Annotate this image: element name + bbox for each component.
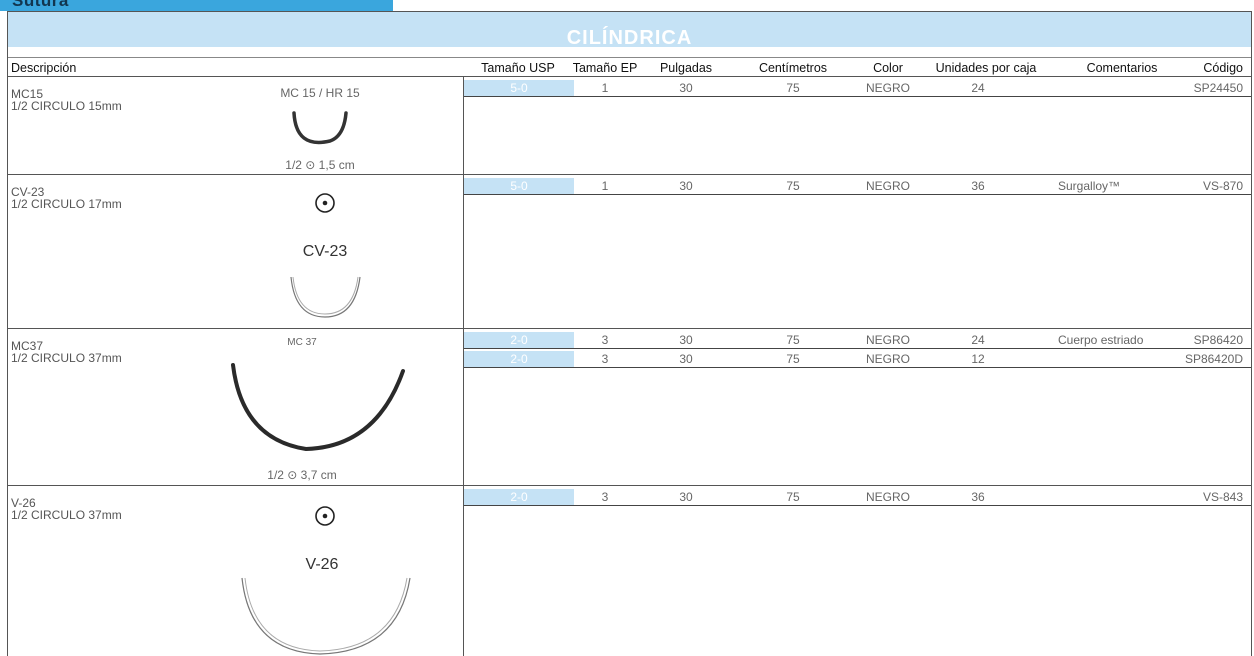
cell-ep: 1 <box>601 81 609 95</box>
needle-image-v26: V-26 <box>241 506 411 655</box>
cell-codigo: VS-843 <box>1202 490 1243 504</box>
product-v26: V-26 1/2 CIRCULO 37mm V-26 2-0 3 30 75 N… <box>8 486 1251 656</box>
needle-curve-inner-icon <box>244 577 408 652</box>
needle-curve-icon <box>292 111 348 145</box>
table-row: 5-0 1 30 75 NEGRO 24 SP24450 <box>464 80 1251 97</box>
cell-color: NEGRO <box>865 352 911 366</box>
cell-cm: 75 <box>786 179 800 193</box>
needle-curve-icon <box>290 276 361 318</box>
header-tamano-ep: Tamaño EP <box>572 61 638 75</box>
product-description: 1/2 CIRCULO 15mm <box>11 99 122 113</box>
product-description: 1/2 CIRCULO 37mm <box>11 351 122 365</box>
product-description: 1/2 CIRCULO 37mm <box>11 508 122 522</box>
needle-label-bottom: 1/2 ⊙ 1,5 cm <box>285 158 354 172</box>
needle-image-mc37: MC 37 1/2 ⊙ 3,7 cm <box>231 337 405 482</box>
cell-unidades: 24 <box>971 333 985 347</box>
cell-usp: 2-0 <box>464 489 574 505</box>
needle-curve-icon <box>231 363 405 452</box>
cell-usp: 2-0 <box>464 351 574 367</box>
cell-usp: 2-0 <box>464 332 574 348</box>
cell-unidades: 36 <box>971 179 985 193</box>
cell-cm: 75 <box>786 333 800 347</box>
needle-label-top: CV-23 <box>303 243 348 260</box>
needle-image-mc15: MC 15 / HR 15 1/2 ⊙ 1,5 cm <box>280 86 360 172</box>
cell-unidades: 24 <box>971 81 985 95</box>
cell-ep: 1 <box>601 179 609 193</box>
cell-unidades: 36 <box>971 490 985 504</box>
cell-comentarios: Surgalloy™ <box>1058 179 1121 193</box>
cell-comentarios: Cuerpo estriado <box>1058 333 1144 347</box>
cell-pulgadas: 30 <box>679 179 693 193</box>
header-codigo: Código <box>1203 61 1243 75</box>
header-pulgadas: Pulgadas <box>659 61 713 75</box>
cell-codigo: SP86420 <box>1193 333 1243 347</box>
needle-label-bottom: 1/2 ⊙ 3,7 cm <box>267 468 336 482</box>
table-row: 2-0 3 30 75 NEGRO 24 Cuerpo estriado SP8… <box>464 332 1251 349</box>
table-row: 2-0 3 30 75 NEGRO 12 SP86420D <box>464 351 1251 368</box>
needle-curve-icon <box>241 577 411 655</box>
cell-ep: 3 <box>601 352 609 366</box>
round-body-dot-icon <box>322 200 328 206</box>
cell-usp: 5-0 <box>464 80 574 96</box>
header-descripcion: Descripción <box>11 61 77 75</box>
table-row: 2-0 3 30 75 NEGRO 36 VS-843 <box>464 489 1251 506</box>
cell-color: NEGRO <box>865 179 911 193</box>
cell-ep: 3 <box>601 490 609 504</box>
cell-unidades: 12 <box>971 352 985 366</box>
header-comentarios: Comentarios <box>1086 61 1158 75</box>
cell-pulgadas: 30 <box>679 490 693 504</box>
table-title: CILÍNDRICA <box>566 27 693 49</box>
cell-pulgadas: 30 <box>679 352 693 366</box>
cell-pulgadas: 30 <box>679 81 693 95</box>
product-description: 1/2 CIRCULO 17mm <box>11 197 122 211</box>
section-tab: Sutura <box>0 0 393 11</box>
header-color: Color <box>873 61 903 75</box>
needle-label-top: MC 15 / HR 15 <box>280 86 360 100</box>
product-cv23: CV-23 1/2 CIRCULO 17mm CV-23 5-0 1 30 75… <box>8 175 1251 329</box>
product-mc15: MC15 1/2 CIRCULO 15mm MC 15 / HR 15 1/2 … <box>8 77 1251 175</box>
cell-pulgadas: 30 <box>679 333 693 347</box>
cell-cm: 75 <box>786 352 800 366</box>
round-body-dot-icon <box>322 513 328 519</box>
needle-image-cv23: CV-23 <box>290 193 361 318</box>
cell-usp: 5-0 <box>464 178 574 194</box>
cell-color: NEGRO <box>865 490 911 504</box>
table-title-bar: CILÍNDRICA <box>8 12 1251 49</box>
needle-label-top: MC 37 <box>287 337 317 348</box>
cell-color: NEGRO <box>865 333 911 347</box>
table-row: 5-0 1 30 75 NEGRO 36 Surgalloy™ VS-870 <box>464 178 1251 195</box>
section-tab-label: Sutura <box>12 0 69 10</box>
cell-codigo: VS-870 <box>1202 179 1243 193</box>
cell-cm: 75 <box>786 81 800 95</box>
header-unidades: Unidades por caja <box>935 61 1037 75</box>
cell-ep: 3 <box>601 333 609 347</box>
cell-cm: 75 <box>786 490 800 504</box>
cell-codigo: SP24450 <box>1193 81 1243 95</box>
header-tamano-usp: Tamaño USP <box>481 61 555 75</box>
cell-color: NEGRO <box>865 81 911 95</box>
cell-codigo: SP86420D <box>1184 352 1243 366</box>
header-centimetros: Centímetros <box>758 61 828 75</box>
product-mc37: MC37 1/2 CIRCULO 37mm MC 37 1/2 ⊙ 3,7 cm… <box>8 329 1251 486</box>
needle-label-top: V-26 <box>306 556 339 573</box>
table-header-row: Descripción Tamaño USP Tamaño EP Pulgada… <box>8 57 1251 77</box>
